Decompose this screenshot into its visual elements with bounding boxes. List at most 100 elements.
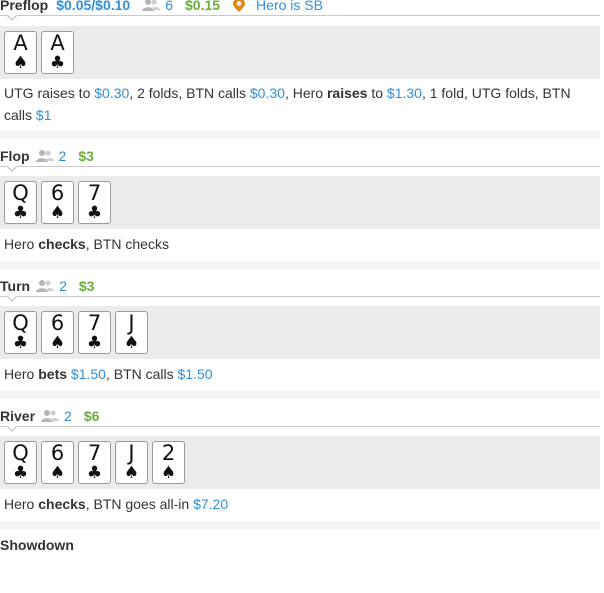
pot-size: $3 [78,147,94,164]
hole-cards: A ♠ A ♣ [0,26,600,79]
card: 6 ♠ [41,441,74,484]
card-rank: 7 [87,311,102,335]
card-rank: Q [12,441,29,465]
player-count: 2 [59,277,67,294]
card: 6 ♠ [41,311,74,354]
action-part: to [367,85,387,101]
card-rank: 7 [87,441,102,465]
amount: $1.50 [177,366,213,382]
hero-action-verb: checks [38,236,86,252]
blinds-level: $0.05/$0.10 [56,0,131,13]
card-suit-icon: ♣ [12,333,29,353]
card-suit-icon: ♣ [86,463,103,483]
players-icon [36,279,55,293]
players-icon [142,0,161,12]
action-text-flop: Hero checks, BTN checks [0,229,600,261]
pot-size: $0.15 [185,0,221,13]
section-spacer [0,261,600,269]
card-suit-icon: ♠ [49,333,66,353]
divider-notch [6,165,18,172]
action-part: , BTN calls [105,366,178,382]
divider-notch [6,295,18,302]
action-part: , BTN goes all-in [85,496,194,512]
card-rank: Q [12,311,29,335]
street-header-preflop: Preflop $0.05/$0.10 6 $0.15 Hero is SB [0,0,604,15]
street-name: Turn [0,277,31,294]
player-count: 6 [165,0,173,13]
amount: $7.20 [193,496,229,512]
player-count: 2 [58,147,67,164]
pot-size: $3 [78,277,95,294]
divider-notch [6,14,18,21]
action-part: , Hero [284,85,327,101]
card: J ♠ [115,441,148,484]
card-rank: 7 [87,181,102,205]
card: Q ♣ [4,311,37,354]
card-suit-icon: ♠ [49,463,66,483]
hand-history: Preflop $0.05/$0.10 6 $0.15 Hero is SB A… [0,0,604,555]
card-rank: J [128,441,135,465]
card: 2 ♠ [152,441,185,484]
card-rank: A [50,31,65,55]
card-suit-icon: ♠ [123,333,140,353]
street-name: Preflop [0,0,49,13]
street-header-turn: Turn 2 $3 [0,275,604,296]
card-suit-icon: ♣ [86,203,103,223]
street-divider [0,14,600,21]
card-suit-icon: ♣ [49,53,66,73]
card: A ♠ [4,31,37,74]
action-part: , BTN checks [85,236,169,252]
amount: $1.50 [70,366,106,382]
hero-position: Hero is SB [256,0,323,13]
street-name: Flop [0,147,30,164]
action-part: Hero [4,496,39,512]
card-rank: 2 [161,441,176,465]
action-text-preflop: UTG raises to $0.30, 2 folds, BTN calls … [0,79,600,131]
players-icon [35,149,54,163]
section-spacer [0,521,600,529]
amount: $1 [35,107,52,123]
street-divider [0,425,600,432]
street-divider [0,295,600,302]
board-cards-turn: Q ♣ 6 ♠ 7 ♣ J ♠ [0,306,600,359]
position-pin-icon [232,0,246,12]
amount: $0.30 [249,85,285,101]
card-rank: 6 [50,441,65,465]
action-text-turn: Hero bets $1.50, BTN calls $1.50 [0,359,600,391]
action-part: Hero [4,236,39,252]
card-suit-icon: ♠ [160,463,177,483]
street-name: Showdown [0,537,74,553]
player-count: 2 [64,407,72,424]
card-rank: 6 [50,181,65,205]
card-suit-icon: ♣ [86,333,103,353]
action-part: , 2 folds, BTN calls [129,85,250,101]
board-cards-flop: Q ♣ 6 ♠ 7 ♣ [0,176,600,229]
card: Q ♣ [4,181,37,224]
street-header-showdown: Showdown [0,535,604,555]
card-rank: A [13,31,28,55]
card-rank: J [128,311,135,335]
card: 7 ♣ [78,181,111,224]
card: J ♠ [115,311,148,354]
hero-action-verb: bets [38,366,68,382]
card-suit-icon: ♣ [12,463,29,483]
section-spacer [0,391,600,399]
card-rank: Q [12,181,29,205]
card-suit-icon: ♠ [49,203,66,223]
action-part: UTG raises to [4,85,95,101]
board-cards-river: Q ♣ 6 ♠ 7 ♣ J ♠ 2 ♠ [0,436,600,489]
card: A ♣ [41,31,74,74]
card-suit-icon: ♣ [12,203,29,223]
section-spacer [0,131,600,139]
players-icon [41,409,60,423]
hero-action-verb: raises [326,85,368,101]
action-part: Hero [4,366,39,382]
hero-action-verb: checks [38,496,86,512]
card: 7 ♣ [78,311,111,354]
card: Q ♣ [4,441,37,484]
amount: $1.30 [386,85,422,101]
card: 6 ♠ [41,181,74,224]
street-name: River [0,407,36,424]
card-suit-icon: ♠ [12,53,29,73]
street-divider [0,165,600,172]
